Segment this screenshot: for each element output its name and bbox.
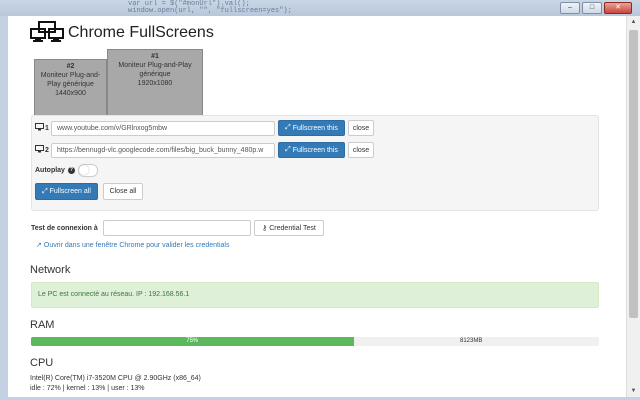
screens-panel: 1 www.youtube.com/v/GRlnxog5mbw ⤢ Fullsc… [31, 115, 599, 211]
scroll-up-arrow-icon[interactable]: ▲ [627, 16, 640, 28]
app-header: Chrome FullScreens [30, 19, 214, 47]
cpu-model: Intel(R) Core(TM) i7-3520M CPU @ 2.90GHz… [30, 375, 201, 382]
toggle-knob [78, 165, 89, 175]
monitor-icon [35, 123, 44, 133]
external-link-icon: ↗ [36, 242, 42, 249]
fullscreen-this-button-2[interactable]: ⤢ Fullscreen this [278, 142, 345, 158]
close-button-2[interactable]: close [348, 142, 374, 158]
monitor-resolution: 1440x900 [55, 90, 86, 97]
cpu-title: CPU [30, 357, 54, 369]
close-button-1[interactable]: close [348, 120, 374, 136]
network-title: Network [30, 264, 71, 276]
monitor-icon [35, 145, 44, 155]
window-frame-left [0, 16, 8, 400]
network-status-alert: Le PC est connecté au réseau. IP : 192.1… [31, 282, 599, 308]
background-code-text: var url = $("#monUrl").val(); window.ope… [128, 1, 292, 15]
monitor-2[interactable]: #2 Moniteur Plug-and-Play générique 1440… [34, 59, 107, 116]
screen-row-2: 2 https://bennugd-vlc.googlecode.com/fil… [35, 142, 374, 158]
fullscreen-this-button-1[interactable]: ⤢ Fullscreen this [278, 120, 345, 136]
screen-label: 1 [35, 123, 51, 133]
title-bar: var url = $("#monUrl").val(); window.ope… [0, 0, 640, 17]
ram-total: 8123MB [460, 338, 483, 344]
monitors-logo-icon [30, 21, 64, 45]
bulk-actions: ⤢ Fullscreen all Close all [35, 183, 143, 200]
autoplay-row: Autoplay ? [35, 164, 98, 177]
expand-icon: ⤢ [42, 187, 50, 195]
expand-icon: ⤢ [285, 146, 293, 153]
autoplay-toggle[interactable] [77, 164, 98, 177]
window-controls: – □ ✕ [560, 2, 632, 14]
ram-progress-fill: 75% [31, 337, 354, 346]
monitor-id: #2 [66, 63, 75, 70]
app-title: Chrome FullScreens [68, 24, 214, 41]
key-icon: ⚷ [262, 225, 270, 232]
expand-icon: ⤢ [285, 124, 293, 131]
close-all-button[interactable]: Close all [103, 183, 143, 200]
url-input-2[interactable]: https://bennugd-vlc.googlecode.com/files… [51, 142, 275, 158]
url-input-1[interactable]: www.youtube.com/v/GRlnxog5mbw [51, 120, 275, 136]
cpu-usage: idle : 72% | kernel : 13% | user : 13% [30, 385, 145, 392]
scroll-thumb[interactable] [629, 30, 638, 318]
autoplay-label: Autoplay [35, 167, 65, 174]
connection-test-label: Test de connexion à [31, 225, 98, 232]
screen-row-1: 1 www.youtube.com/v/GRlnxog5mbw ⤢ Fullsc… [35, 120, 374, 136]
monitor-name: Moniteur Plug-and-Play générique [118, 62, 192, 78]
monitor-resolution: 1920x1080 [137, 80, 173, 87]
close-window-button[interactable]: ✕ [604, 2, 632, 14]
minimize-button[interactable]: – [560, 2, 580, 14]
vertical-scrollbar[interactable]: ▲ ▼ [626, 16, 640, 397]
monitor-1[interactable]: #1 Moniteur Plug-and-Play générique 1920… [107, 49, 203, 116]
ram-title: RAM [30, 319, 55, 331]
code-line-2: window.open(url, "", "fullscreen=yes"); [128, 7, 292, 15]
help-icon[interactable]: ? [67, 167, 75, 174]
open-chrome-window-link[interactable]: ↗ Ouvrir dans une fenêtre Chrome pour va… [36, 241, 229, 250]
main-content: Chrome FullScreens #2 Moniteur Plug-and-… [8, 16, 626, 397]
ram-progress-bar: 75% [31, 337, 599, 346]
monitor-id: #1 [151, 53, 159, 60]
fullscreen-all-button[interactable]: ⤢ Fullscreen all [35, 183, 98, 200]
monitor-name: Moniteur Plug-and-Play générique [40, 72, 101, 88]
screen-label: 2 [35, 145, 51, 155]
maximize-button[interactable]: □ [582, 2, 602, 14]
connection-test-input[interactable] [103, 220, 251, 236]
scroll-down-arrow-icon[interactable]: ▼ [627, 385, 640, 397]
credential-test-button[interactable]: ⚷ Credential Test [254, 220, 324, 236]
